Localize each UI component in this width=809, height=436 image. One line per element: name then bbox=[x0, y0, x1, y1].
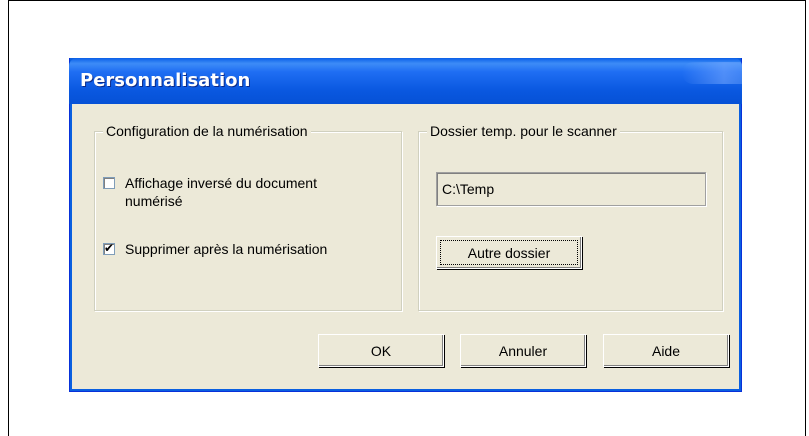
temp-folder-path-field[interactable]: C:\Temp bbox=[436, 172, 706, 206]
dialog-titlebar[interactable]: Personnalisation bbox=[69, 58, 742, 104]
invert-display-option[interactable]: Affichage inversé du document numérisé bbox=[103, 174, 317, 210]
help-button[interactable]: Aide bbox=[603, 334, 729, 367]
delete-after-scan-option[interactable]: Supprimer après la numérisation bbox=[103, 240, 327, 258]
dialog-title: Personnalisation bbox=[80, 70, 251, 91]
temp-folder-legend: Dossier temp. pour le scanner bbox=[427, 123, 620, 139]
scan-config-group: Configuration de la numérisation bbox=[94, 123, 402, 311]
browse-folder-button[interactable]: Autre dossier bbox=[436, 236, 582, 269]
invert-display-label: Affichage inversé du document numérisé bbox=[125, 175, 317, 209]
ok-button[interactable]: OK bbox=[318, 334, 444, 367]
invert-display-checkbox[interactable] bbox=[103, 177, 115, 189]
delete-after-scan-checkbox[interactable] bbox=[103, 241, 115, 255]
delete-after-scan-label: Supprimer après la numérisation bbox=[125, 241, 328, 257]
scan-config-legend: Configuration de la numérisation bbox=[103, 123, 311, 139]
temp-folder-group: Dossier temp. pour le scanner bbox=[418, 123, 723, 311]
cancel-button[interactable]: Annuler bbox=[460, 334, 586, 367]
